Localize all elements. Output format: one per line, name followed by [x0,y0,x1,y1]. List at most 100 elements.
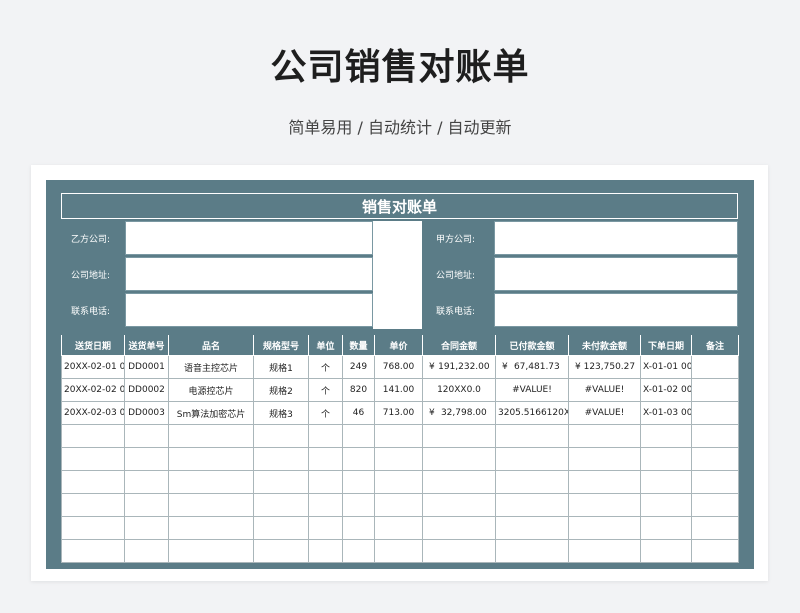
empty-cell[interactable] [253,539,309,563]
cell-spec[interactable]: 规格2 [253,378,309,402]
cell-product[interactable]: 电源控芯片 [168,378,254,402]
empty-cell[interactable] [342,539,375,563]
empty-cell[interactable] [568,493,641,517]
cell-price[interactable]: 713.00 [374,401,423,425]
empty-cell[interactable] [691,516,739,540]
empty-cell[interactable] [568,516,641,540]
cell-order-date[interactable]: X-01-03 00:00:00 [640,401,692,425]
empty-cell[interactable] [342,516,375,540]
empty-cell[interactable] [640,493,692,517]
cell-delivery-date[interactable]: 20XX-02-01 00:00: [61,355,125,379]
empty-cell[interactable] [61,447,125,471]
cell-qty[interactable]: 820 [342,378,375,402]
cell-remark[interactable] [691,401,739,425]
cell-unpaid-amount[interactable]: ¥123,750.27 [568,355,641,379]
empty-cell[interactable] [61,470,125,494]
phone-field-right[interactable] [494,293,738,327]
cell-unit[interactable]: 个 [308,355,343,379]
empty-cell[interactable] [495,424,569,448]
empty-cell[interactable] [124,493,169,517]
empty-cell[interactable] [495,447,569,471]
cell-price[interactable]: 141.00 [374,378,423,402]
empty-cell[interactable] [495,539,569,563]
empty-cell[interactable] [61,539,125,563]
empty-cell[interactable] [308,447,343,471]
empty-cell[interactable] [168,424,254,448]
empty-cell[interactable] [308,470,343,494]
cell-order-date[interactable]: X-01-01 00:00:00 [640,355,692,379]
cell-unit[interactable]: 个 [308,378,343,402]
empty-cell[interactable] [374,539,423,563]
empty-cell[interactable] [640,516,692,540]
empty-cell[interactable] [342,493,375,517]
empty-cell[interactable] [124,447,169,471]
empty-cell[interactable] [495,493,569,517]
cell-remark[interactable] [691,378,739,402]
empty-cell[interactable] [422,447,496,471]
cell-delivery-date[interactable]: 20XX-02-03 00:00: [61,401,125,425]
empty-cell[interactable] [342,424,375,448]
cell-qty[interactable]: 46 [342,401,375,425]
empty-cell[interactable] [168,447,254,471]
empty-cell[interactable] [422,493,496,517]
empty-cell[interactable] [691,539,739,563]
party-a-company-field[interactable] [494,221,738,255]
empty-cell[interactable] [124,424,169,448]
empty-cell[interactable] [253,447,309,471]
empty-cell[interactable] [640,539,692,563]
empty-cell[interactable] [61,516,125,540]
empty-cell[interactable] [253,516,309,540]
cell-qty[interactable]: 249 [342,355,375,379]
empty-cell[interactable] [61,493,125,517]
empty-cell[interactable] [374,470,423,494]
empty-cell[interactable] [422,516,496,540]
company-address-field-left[interactable] [125,257,373,291]
empty-cell[interactable] [168,493,254,517]
cell-remark[interactable] [691,355,739,379]
cell-paid-amount[interactable]: 3205.5166120XX1 [495,401,569,425]
empty-cell[interactable] [253,493,309,517]
cell-delivery-date[interactable]: 20XX-02-02 00:00: [61,378,125,402]
cell-product[interactable]: 语音主控芯片 [168,355,254,379]
empty-cell[interactable] [168,539,254,563]
cell-order-date[interactable]: X-01-02 00:00:00 [640,378,692,402]
empty-cell[interactable] [308,493,343,517]
cell-spec[interactable]: 规格3 [253,401,309,425]
empty-cell[interactable] [168,516,254,540]
cell-unpaid-amount[interactable]: #VALUE! [568,401,641,425]
empty-cell[interactable] [61,424,125,448]
empty-cell[interactable] [568,424,641,448]
empty-cell[interactable] [253,470,309,494]
empty-cell[interactable] [308,539,343,563]
cell-product[interactable]: Sm算法加密芯片 [168,401,254,425]
empty-cell[interactable] [124,516,169,540]
empty-cell[interactable] [568,470,641,494]
empty-cell[interactable] [568,539,641,563]
cell-spec[interactable]: 规格1 [253,355,309,379]
empty-cell[interactable] [308,424,343,448]
empty-cell[interactable] [422,424,496,448]
empty-cell[interactable] [253,424,309,448]
phone-field-left[interactable] [125,293,373,327]
empty-cell[interactable] [342,470,375,494]
cell-contract-amount[interactable]: 120XX0.0 [422,378,496,402]
cell-unit[interactable]: 个 [308,401,343,425]
cell-delivery-no[interactable]: DD0003 [124,401,169,425]
cell-delivery-no[interactable]: DD0001 [124,355,169,379]
cell-delivery-no[interactable]: DD0002 [124,378,169,402]
empty-cell[interactable] [422,470,496,494]
empty-cell[interactable] [691,493,739,517]
empty-cell[interactable] [568,447,641,471]
cell-paid-amount[interactable]: #VALUE! [495,378,569,402]
company-address-field-right[interactable] [494,257,738,291]
empty-cell[interactable] [124,539,169,563]
cell-contract-amount[interactable]: ¥191,232.00 [422,355,496,379]
empty-cell[interactable] [374,424,423,448]
empty-cell[interactable] [124,470,169,494]
empty-cell[interactable] [640,447,692,471]
empty-cell[interactable] [168,470,254,494]
empty-cell[interactable] [342,447,375,471]
empty-cell[interactable] [640,470,692,494]
empty-cell[interactable] [374,516,423,540]
empty-cell[interactable] [495,470,569,494]
